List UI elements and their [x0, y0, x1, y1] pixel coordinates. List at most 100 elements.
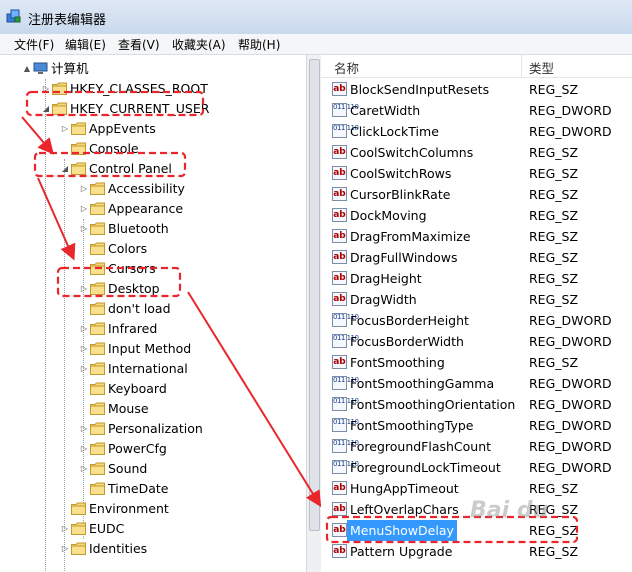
- value-row[interactable]: 011 110 FontSmoothingOrientation REG_DWORD: [321, 394, 632, 415]
- tree-node-don-t-load[interactable]: don't load: [0, 299, 306, 319]
- expand-arrow-icon[interactable]: ▷: [60, 539, 70, 559]
- tree-node-keyboard[interactable]: Keyboard: [0, 379, 306, 399]
- tree-node-accessibility[interactable]: ▷ Accessibility: [0, 179, 306, 199]
- tree-node-international[interactable]: ▷ International: [0, 359, 306, 379]
- menu-file[interactable]: 文件(F): [12, 36, 56, 53]
- tree-scrollbar[interactable]: [306, 55, 321, 572]
- value-row[interactable]: ab HungAppTimeout REG_SZ: [321, 478, 632, 499]
- folder-icon: [71, 502, 86, 515]
- tree-node-console[interactable]: Console: [0, 139, 306, 159]
- expand-arrow-icon[interactable]: ▷: [79, 319, 89, 339]
- string-value-icon: ab: [332, 166, 347, 180]
- watermark: Bai du: [470, 498, 549, 523]
- string-value-icon: ab: [332, 208, 347, 222]
- column-divider[interactable]: [521, 55, 522, 77]
- no-arrow: [79, 379, 89, 399]
- tree-node-colors[interactable]: Colors: [0, 239, 306, 259]
- expand-arrow-icon[interactable]: ▷: [79, 459, 89, 479]
- value-row[interactable]: ab FontSmoothing REG_SZ: [321, 352, 632, 373]
- tree-node-eudc[interactable]: ▷ EUDC: [0, 519, 306, 539]
- dword-value-icon: 011 110: [332, 439, 359, 453]
- value-type: REG_DWORD: [529, 460, 612, 475]
- tree-node-cursors[interactable]: Cursors: [0, 259, 306, 279]
- tree-node-label: Identities: [89, 541, 148, 556]
- tree-node-powercfg[interactable]: ▷ PowerCfg: [0, 439, 306, 459]
- tree-node-timedate[interactable]: TimeDate: [0, 479, 306, 499]
- tree-node-environment[interactable]: Environment: [0, 499, 306, 519]
- tree-node-hkey-classes-root[interactable]: ▷ HKEY_CLASSES_ROOT: [0, 79, 306, 99]
- value-row[interactable]: ab CoolSwitchRows REG_SZ: [321, 163, 632, 184]
- tree-node-hkey-current-user[interactable]: ◢ HKEY_CURRENT_USER: [0, 99, 306, 119]
- menu-view[interactable]: 查看(V): [116, 36, 162, 53]
- value-type: REG_DWORD: [529, 397, 612, 412]
- expand-arrow-icon[interactable]: ▷: [41, 79, 51, 99]
- value-name: DragHeight: [350, 271, 422, 286]
- menu-favorites[interactable]: 收藏夹(A): [170, 36, 228, 53]
- collapse-arrow-icon[interactable]: ▲: [22, 59, 32, 79]
- tree-node-bluetooth[interactable]: ▷ Bluetooth: [0, 219, 306, 239]
- expand-arrow-icon[interactable]: ▷: [79, 199, 89, 219]
- value-name: DragFullWindows: [350, 250, 458, 265]
- string-value-icon: ab: [332, 82, 347, 96]
- value-row[interactable]: ab CursorBlinkRate REG_SZ: [321, 184, 632, 205]
- key-tree-pane[interactable]: ▲ 计算机 ▷ HKEY_CLASSES_ROOT ◢ HKEY_CURRENT_USER…: [0, 55, 307, 572]
- expand-arrow-icon[interactable]: ▷: [79, 359, 89, 379]
- value-row[interactable]: 011 110 FontSmoothingGamma REG_DWORD: [321, 373, 632, 394]
- tree-node-sound[interactable]: ▷ Sound: [0, 459, 306, 479]
- menu-edit[interactable]: 编辑(E): [63, 36, 108, 53]
- string-value-icon: ab: [332, 544, 347, 558]
- value-row[interactable]: 011 110 FontSmoothingType REG_DWORD: [321, 415, 632, 436]
- column-header-name[interactable]: 名称: [334, 58, 359, 77]
- tree-node-appearance[interactable]: ▷ Appearance: [0, 199, 306, 219]
- tree-node-appevents[interactable]: ▷ AppEvents: [0, 119, 306, 139]
- tree-node-label: Personalization: [108, 421, 203, 436]
- tree-node-control-panel[interactable]: ◢ Control Panel: [0, 159, 306, 179]
- folder-icon: [90, 242, 105, 255]
- dword-value-icon: 011 110: [332, 313, 359, 327]
- collapse-arrow-icon[interactable]: ◢: [41, 99, 51, 119]
- column-header-type[interactable]: 类型: [529, 58, 554, 77]
- menu-help[interactable]: 帮助(H): [236, 36, 282, 53]
- value-type: REG_DWORD: [529, 376, 612, 391]
- value-row[interactable]: 011 110 ForegroundLockTimeout REG_DWORD: [321, 457, 632, 478]
- tree-node-infrared[interactable]: ▷ Infrared: [0, 319, 306, 339]
- expand-arrow-icon[interactable]: ▷: [79, 439, 89, 459]
- tree-node-desktop[interactable]: ▷ Desktop: [0, 279, 306, 299]
- values-list-pane[interactable]: 名称 类型 ab BlockSendInputResets REG_SZ 011 11…: [321, 55, 632, 572]
- value-row[interactable]: ab DragHeight REG_SZ: [321, 268, 632, 289]
- value-type: REG_SZ: [529, 229, 579, 244]
- tree-node-label: Infrared: [108, 321, 158, 336]
- value-row[interactable]: ab DockMoving REG_SZ: [321, 205, 632, 226]
- string-value-icon: ab: [332, 481, 347, 495]
- value-row[interactable]: 011 110 FocusBorderWidth REG_DWORD: [321, 331, 632, 352]
- value-row[interactable]: ab DragFullWindows REG_SZ: [321, 247, 632, 268]
- value-name: CoolSwitchColumns: [350, 145, 474, 160]
- tree-node-input-method[interactable]: ▷ Input Method: [0, 339, 306, 359]
- no-arrow: [60, 499, 70, 519]
- tree-scrollbar-thumb[interactable]: [309, 59, 320, 531]
- value-row[interactable]: 011 110 FocusBorderHeight REG_DWORD: [321, 310, 632, 331]
- value-row[interactable]: ab DragFromMaximize REG_SZ: [321, 226, 632, 247]
- expand-arrow-icon[interactable]: ▷: [60, 119, 70, 139]
- tree-node-mouse[interactable]: Mouse: [0, 399, 306, 419]
- expand-arrow-icon[interactable]: ▷: [79, 419, 89, 439]
- expand-arrow-icon[interactable]: ▷: [79, 279, 89, 299]
- tree-node-identities[interactable]: ▷ Identities: [0, 539, 306, 559]
- tree-node-personalization[interactable]: ▷ Personalization: [0, 419, 306, 439]
- collapse-arrow-icon[interactable]: ◢: [60, 159, 70, 179]
- value-row[interactable]: ab MenuShowDelay REG_SZ: [321, 520, 632, 541]
- tree-node-computer[interactable]: ▲ 计算机: [0, 59, 306, 79]
- expand-arrow-icon[interactable]: ▷: [79, 339, 89, 359]
- expand-arrow-icon[interactable]: ▷: [79, 179, 89, 199]
- expand-arrow-icon[interactable]: ▷: [60, 519, 70, 539]
- value-row[interactable]: 011 110 CaretWidth REG_DWORD: [321, 100, 632, 121]
- value-row[interactable]: ab BlockSendInputResets REG_SZ: [321, 79, 632, 100]
- value-row[interactable]: 011 110 ForegroundFlashCount REG_DWORD: [321, 436, 632, 457]
- value-row[interactable]: ab CoolSwitchColumns REG_SZ: [321, 142, 632, 163]
- value-row[interactable]: 011 110 ClickLockTime REG_DWORD: [321, 121, 632, 142]
- value-row[interactable]: ab Pattern Upgrade REG_SZ: [321, 541, 632, 562]
- dword-value-icon: 011 110: [332, 124, 359, 138]
- value-row[interactable]: ab DragWidth REG_SZ: [321, 289, 632, 310]
- expand-arrow-icon[interactable]: ▷: [79, 219, 89, 239]
- value-name: FontSmoothingOrientation: [350, 397, 516, 412]
